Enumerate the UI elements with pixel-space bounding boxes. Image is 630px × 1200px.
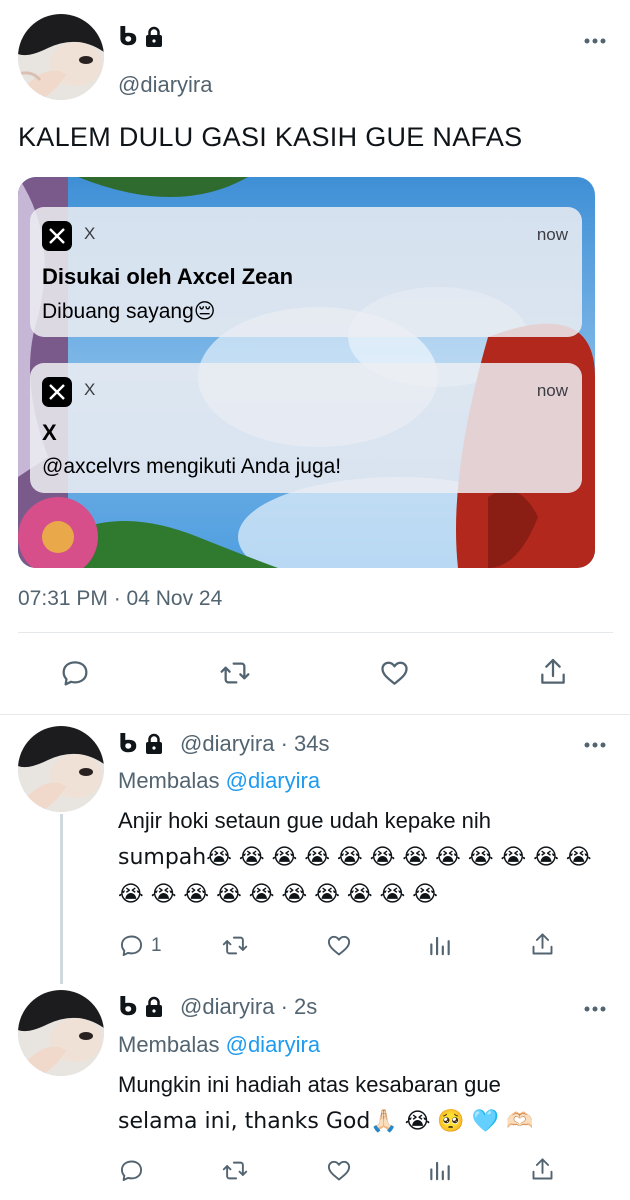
avatar[interactable] <box>18 990 104 1076</box>
display-name: ᑲ <box>118 992 138 1022</box>
like-button[interactable] <box>325 932 353 959</box>
author-name[interactable]: ᑲ <box>118 22 165 52</box>
author-handle: @diaryira <box>180 731 275 756</box>
notification-app-name: X <box>84 224 96 243</box>
retweet-icon <box>222 936 248 955</box>
like-icon <box>327 1160 351 1181</box>
reply-line: Anjir hoki setaun gue udah kepake nih <box>118 808 492 833</box>
retweet-button[interactable] <box>220 1157 250 1184</box>
notification-card[interactable]: X now Disukai oleh Axcel Zean Dibuang sa… <box>30 207 582 337</box>
like-button[interactable] <box>378 657 411 689</box>
views-icon <box>430 936 450 956</box>
views-button[interactable] <box>427 932 453 959</box>
replying-to: Membalas @diaryira <box>118 1032 320 1058</box>
share-icon <box>541 658 565 684</box>
reply-age: 2s <box>294 994 318 1019</box>
replying-label: Membalas <box>118 768 220 793</box>
author-handle[interactable]: @diaryira <box>118 72 212 98</box>
author-name[interactable]: ᑲ <box>118 729 165 759</box>
display-name: ᑲ <box>118 22 138 52</box>
notification-body: Dibuang sayang😔 <box>42 300 216 323</box>
lock-icon <box>143 733 165 755</box>
reply-button[interactable]: 1 <box>118 932 162 959</box>
notification-card[interactable]: X now X @axcelvrs mengikuti Anda juga! <box>30 363 582 493</box>
share-button[interactable] <box>529 930 556 959</box>
more-options-icon[interactable] <box>582 732 608 758</box>
reply-line: 😭 😭 😭 😭 😭 😭 😭 😭 😭 😭 <box>118 882 438 907</box>
more-options-icon[interactable] <box>582 996 608 1022</box>
reply-button[interactable] <box>118 1157 145 1184</box>
lock-icon <box>143 996 165 1018</box>
share-icon <box>532 1158 553 1180</box>
dot-separator: · <box>280 731 295 756</box>
notification-title: Disukai oleh Axcel Zean <box>42 264 294 289</box>
reply-icon <box>62 661 88 686</box>
dot-separator: · <box>280 994 295 1019</box>
retweet-icon <box>220 662 250 684</box>
retweet-button[interactable] <box>220 932 250 959</box>
replying-to: Membalas @diaryira <box>118 768 320 794</box>
lock-icon <box>143 26 165 48</box>
notification-time: now <box>536 381 568 400</box>
reply-line: sumpah😭 😭 😭 😭 😭 😭 😭 😭 😭 😭 😭 😭 <box>118 845 592 870</box>
avatar[interactable] <box>18 726 104 812</box>
tweet-timestamp[interactable]: 07:31 PM · 04 Nov 24 <box>18 587 222 611</box>
notification-time: now <box>536 225 568 244</box>
reply-line: Mungkin ini hadiah atas kesabaran gue <box>118 1072 501 1097</box>
retweet-icon <box>222 1161 248 1180</box>
views-button[interactable] <box>427 1157 453 1184</box>
views-icon <box>430 1161 450 1181</box>
replying-label: Membalas <box>118 1032 220 1057</box>
x-app-icon <box>42 377 72 407</box>
reply-handle-meta[interactable]: @diaryira · 2s <box>180 994 317 1020</box>
reply-line: selama ini, thanks God🙏🏻 😭 🥺 🩵 🫶🏻 <box>118 1109 534 1134</box>
reply-count: 1 <box>151 934 162 956</box>
reply-icon <box>120 1160 143 1182</box>
author-handle: @diaryira <box>180 994 275 1019</box>
tweet-media[interactable]: X now Disukai oleh Axcel Zean Dibuang sa… <box>18 177 595 568</box>
share-icon <box>532 933 553 955</box>
like-icon <box>381 661 408 685</box>
reply-icon <box>120 935 143 957</box>
reply-button[interactable] <box>59 657 91 689</box>
like-button[interactable] <box>325 1157 353 1184</box>
divider <box>18 632 613 633</box>
notification-title: X <box>42 420 57 445</box>
mention-link[interactable]: @diaryira <box>226 1032 320 1057</box>
reply-text: Anjir hoki setaun gue udah kepake nih su… <box>118 802 608 913</box>
share-button[interactable] <box>529 1155 556 1184</box>
avatar[interactable] <box>18 14 104 100</box>
more-options-icon[interactable] <box>582 28 608 54</box>
thread-line <box>60 814 63 984</box>
author-name[interactable]: ᑲ <box>118 992 165 1022</box>
tweet-text: KALEM DULU GASI KASIH GUE NAFAS <box>18 122 523 152</box>
reply-age: 34s <box>294 731 330 756</box>
display-name: ᑲ <box>118 729 138 759</box>
retweet-button[interactable] <box>218 657 252 689</box>
divider <box>0 714 630 715</box>
mention-link[interactable]: @diaryira <box>226 768 320 793</box>
reply-handle-meta[interactable]: @diaryira · 34s <box>180 731 330 757</box>
share-button[interactable] <box>537 655 569 689</box>
notification-body: @axcelvrs mengikuti Anda juga! <box>42 455 342 478</box>
like-icon <box>327 935 351 956</box>
x-app-icon <box>42 221 72 251</box>
reply-text: Mungkin ini hadiah atas kesabaran gue se… <box>118 1066 608 1140</box>
notification-app-name: X <box>84 380 96 399</box>
